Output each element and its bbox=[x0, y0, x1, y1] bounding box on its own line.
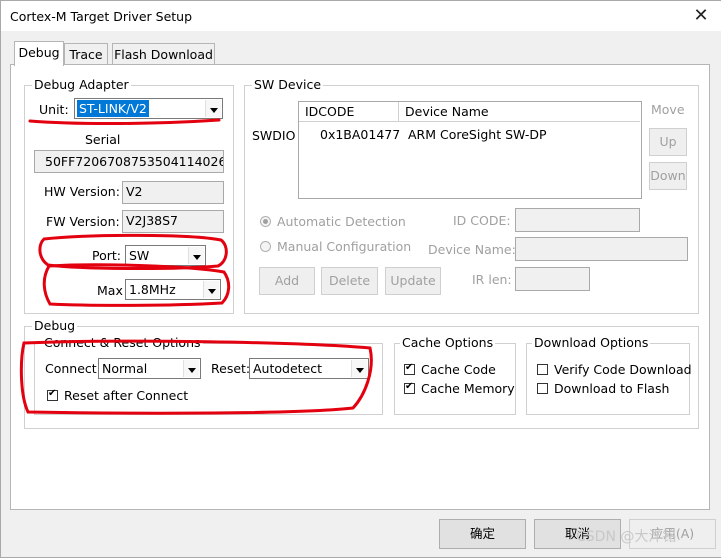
hw-version-label: HW Version: bbox=[44, 184, 120, 199]
serial-label: Serial bbox=[85, 132, 121, 147]
ir-len-field[interactable] bbox=[515, 267, 590, 291]
serial-field: 50FF72067087535041140267 bbox=[34, 150, 224, 173]
tab-flash-download[interactable]: Flash Download bbox=[112, 43, 215, 65]
reset-after-connect-label: Reset after Connect bbox=[64, 388, 189, 403]
reset-after-connect-checkbox[interactable] bbox=[47, 388, 58, 401]
port-label: Port: bbox=[92, 248, 121, 263]
cache-memory-checkbox[interactable] bbox=[404, 381, 415, 394]
down-button[interactable]: Down bbox=[649, 162, 687, 190]
ok-button[interactable]: 确定 bbox=[439, 519, 526, 549]
download-to-flash-checkbox[interactable] bbox=[537, 383, 548, 394]
cache-options-title: Cache Options bbox=[400, 335, 496, 350]
row-device-name[interactable]: ARM CoreSight SW-DP bbox=[408, 127, 547, 143]
max-clock-label: Max bbox=[97, 283, 123, 298]
close-icon[interactable]: ✕ bbox=[689, 4, 713, 28]
chevron-down-icon[interactable] bbox=[205, 100, 221, 117]
download-to-flash-label: Download to Flash bbox=[554, 381, 670, 396]
tab-debug[interactable]: Debug bbox=[14, 41, 64, 66]
port-value: SW bbox=[129, 248, 150, 263]
chevron-down-icon[interactable] bbox=[183, 360, 199, 377]
manual-configuration-radio[interactable] bbox=[260, 241, 271, 252]
row-idcode[interactable]: 0x1BA01477 bbox=[320, 127, 400, 143]
tab-trace[interactable]: Trace bbox=[64, 43, 108, 65]
title-bar: Cortex-M Target Driver Setup ✕ bbox=[1, 1, 721, 31]
reset-value: Autodetect bbox=[253, 361, 323, 376]
connect-reset-group bbox=[34, 343, 383, 415]
window-title: Cortex-M Target Driver Setup bbox=[10, 9, 193, 24]
automatic-detection-radio[interactable] bbox=[260, 216, 271, 227]
add-button[interactable]: Add bbox=[259, 267, 315, 295]
sw-device-list[interactable]: IDCODE Device Name 0x1BA01477 ARM CoreSi… bbox=[298, 101, 642, 199]
column-header-idcode[interactable]: IDCODE bbox=[299, 102, 399, 122]
verify-code-download-checkbox[interactable] bbox=[537, 364, 548, 375]
chevron-down-icon[interactable] bbox=[188, 247, 204, 264]
download-options-title: Download Options bbox=[532, 335, 651, 350]
automatic-detection-label: Automatic Detection bbox=[277, 214, 406, 229]
connect-label: Connect: bbox=[45, 361, 101, 376]
reset-select[interactable]: Autodetect bbox=[249, 358, 369, 379]
connect-value: Normal bbox=[102, 361, 148, 376]
id-code-label: ID CODE: bbox=[453, 213, 511, 228]
dialog-window: Cortex-M Target Driver Setup ✕ Debug Tra… bbox=[0, 0, 721, 558]
watermark: CSDN @大洋铭 bbox=[576, 529, 677, 545]
debug-adapter-title: Debug Adapter bbox=[32, 77, 131, 92]
manual-configuration-label: Manual Configuration bbox=[277, 239, 412, 254]
max-clock-value: 1.8MHz bbox=[129, 282, 176, 297]
max-clock-select[interactable]: 1.8MHz bbox=[125, 279, 221, 300]
chevron-down-icon[interactable] bbox=[203, 281, 219, 298]
verify-code-download-label: Verify Code Download bbox=[554, 362, 692, 377]
device-name-field[interactable] bbox=[515, 237, 688, 261]
column-header-device-name[interactable]: Device Name bbox=[399, 102, 640, 122]
move-label: Move bbox=[651, 102, 685, 117]
port-select[interactable]: SW bbox=[125, 245, 206, 266]
cache-options-group bbox=[394, 343, 516, 415]
chevron-down-icon[interactable] bbox=[351, 360, 367, 377]
connect-reset-title: Connect & Reset Options bbox=[42, 335, 203, 350]
swdio-label: SWDIO bbox=[252, 128, 296, 143]
up-button[interactable]: Up bbox=[649, 128, 687, 156]
update-button[interactable]: Update bbox=[385, 267, 441, 295]
download-options-group bbox=[526, 343, 690, 415]
cache-code-label: Cache Code bbox=[421, 362, 496, 377]
hw-version-field: V2 bbox=[122, 181, 224, 204]
cache-code-checkbox[interactable] bbox=[404, 362, 415, 375]
delete-button[interactable]: Delete bbox=[321, 267, 378, 295]
fw-version-label: FW Version: bbox=[46, 214, 120, 229]
id-code-field[interactable] bbox=[515, 208, 640, 232]
cache-memory-label: Cache Memory bbox=[421, 381, 515, 396]
unit-label: Unit: bbox=[39, 102, 69, 117]
device-name-label: Device Name: bbox=[428, 242, 516, 257]
sw-device-title: SW Device bbox=[252, 77, 324, 92]
unit-value: ST-LINK/V2 bbox=[77, 100, 149, 117]
connect-select[interactable]: Normal bbox=[98, 358, 201, 379]
unit-select[interactable]: ST-LINK/V2 bbox=[74, 98, 223, 119]
debug-group-title: Debug bbox=[32, 318, 78, 333]
reset-label: Reset: bbox=[211, 361, 251, 376]
ir-len-label: IR len: bbox=[472, 272, 512, 287]
fw-version-field: V2J38S7 bbox=[122, 210, 224, 233]
